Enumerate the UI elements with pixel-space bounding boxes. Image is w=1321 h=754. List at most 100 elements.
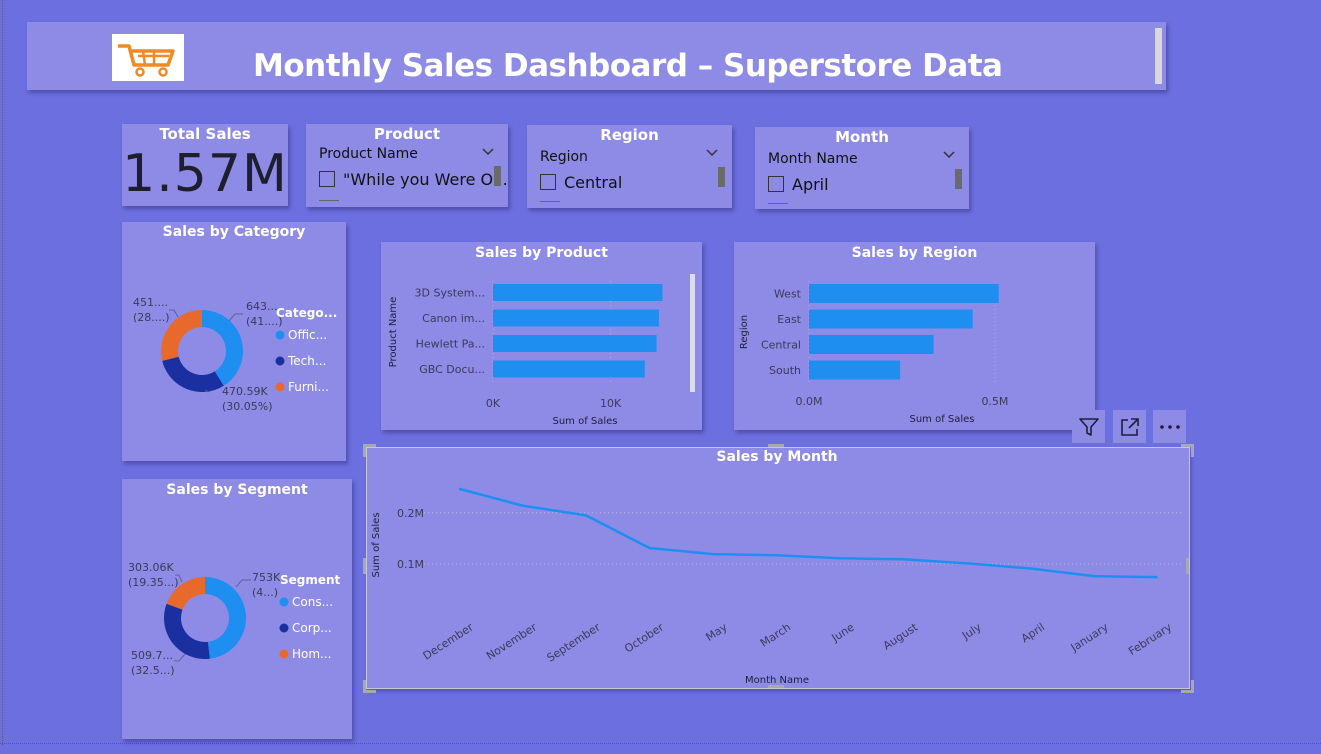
segment-donut-chart[interactable]: Sales by Segment 753K (4...) 509.7... (32.5.… bbox=[122, 479, 352, 739]
data-label: (30.05%) bbox=[222, 400, 273, 413]
leader-line bbox=[228, 313, 243, 322]
resize-handle[interactable] bbox=[768, 685, 784, 688]
bar bbox=[809, 360, 901, 380]
canvas-border-left bbox=[2, 0, 3, 745]
chart-title: Sales by Segment bbox=[166, 482, 308, 498]
dashboard-header: Monthly Sales Dashboard – Superstore Dat… bbox=[27, 22, 1166, 90]
resize-handle[interactable] bbox=[1181, 680, 1194, 693]
bar bbox=[493, 284, 663, 301]
chevron-down-icon[interactable] bbox=[704, 145, 720, 161]
chart-title: Sales by Product bbox=[475, 245, 608, 261]
checkbox[interactable] bbox=[540, 174, 556, 190]
chart-scrollbar bbox=[690, 274, 695, 392]
visual-selection-frame bbox=[366, 447, 1190, 689]
legend-item: Cons... bbox=[292, 595, 333, 609]
x-axis-title: Sum of Sales bbox=[909, 414, 974, 425]
checkbox[interactable] bbox=[319, 171, 335, 187]
y-axis-title: Product Name bbox=[388, 297, 399, 368]
data-label: 753K bbox=[252, 571, 281, 584]
month-slicer-item[interactable]: April bbox=[768, 175, 829, 194]
resize-handle[interactable] bbox=[363, 558, 366, 574]
region-chart-card: Sales by Region 0.0M 0.5M West East Central So… bbox=[734, 242, 1095, 430]
category-chart-card: Sales by Category 643.... (41....) 470.59K(… bbox=[122, 222, 346, 461]
y-category-label: East bbox=[777, 313, 801, 326]
region-slicer-scrollbar[interactable] bbox=[718, 167, 725, 187]
region-slicer-label: Region bbox=[540, 149, 588, 165]
resize-handle[interactable] bbox=[363, 680, 376, 693]
data-label: 303.06K bbox=[128, 561, 174, 574]
region-slicer-item[interactable]: Central bbox=[540, 173, 622, 192]
focus-mode-button[interactable] bbox=[1113, 410, 1146, 443]
region-slicer-item-label: Central bbox=[564, 173, 623, 192]
y-category-label: Central bbox=[761, 339, 801, 352]
y-category-label: South bbox=[769, 364, 801, 377]
month-slicer-scrollbar[interactable] bbox=[955, 169, 962, 189]
y-category-label: GBC Docu... bbox=[419, 363, 485, 376]
month-slicer-title: Month bbox=[835, 128, 889, 146]
leader-line bbox=[169, 309, 179, 318]
month-slicer: Month Month Name April bbox=[755, 127, 969, 209]
leader-line bbox=[235, 579, 251, 588]
legend-marker bbox=[275, 382, 285, 392]
data-label: (19.35...) bbox=[128, 576, 179, 589]
product-bar-chart[interactable]: Sales by Product 0K 10K 3D System... Canon i… bbox=[381, 242, 702, 430]
focus-mode-icon bbox=[1120, 417, 1139, 436]
leader-line bbox=[174, 653, 186, 662]
legend-item: Furni... bbox=[288, 380, 329, 394]
chevron-down-icon[interactable] bbox=[480, 144, 496, 160]
chart-title: Sales by Category bbox=[163, 224, 306, 240]
chart-title: Sales by Region bbox=[852, 245, 978, 261]
product-slicer-item-label: "While you Were O... bbox=[343, 170, 508, 189]
bar bbox=[809, 284, 999, 303]
x-tick-label: 10K bbox=[600, 397, 622, 410]
more-options-button[interactable] bbox=[1153, 410, 1186, 443]
filter-button[interactable] bbox=[1072, 410, 1105, 443]
region-bar-chart[interactable]: Sales by Region 0.0M 0.5M West East Central So… bbox=[734, 242, 1095, 430]
bar bbox=[809, 309, 973, 329]
total-sales-card: Total Sales 1.57M bbox=[122, 124, 288, 206]
category-donut-chart[interactable]: Sales by Category643....(41....)470.59K(… bbox=[122, 222, 346, 461]
total-sales-value: 1.57M bbox=[122, 144, 288, 204]
product-slicer-label: Product Name bbox=[319, 146, 418, 162]
legend-title: Segment bbox=[280, 573, 341, 587]
month-slicer-label: Month Name bbox=[768, 151, 858, 167]
resize-handle[interactable] bbox=[768, 444, 784, 447]
more-options-icon bbox=[1159, 424, 1180, 429]
data-label: (28....) bbox=[133, 311, 170, 324]
x-tick-label: 0.0M bbox=[796, 395, 823, 408]
legend-marker bbox=[275, 330, 285, 340]
bar bbox=[493, 335, 657, 352]
donut-slice-2 bbox=[162, 356, 224, 392]
month-slicer-item-label: April bbox=[792, 175, 829, 194]
header-scrollbar[interactable] bbox=[1155, 28, 1162, 84]
y-category-label: Hewlett Pa... bbox=[416, 338, 485, 351]
region-slicer-title: Region bbox=[600, 126, 659, 144]
product-chart-card: Sales by Product 0K 10K 3D System... Canon i… bbox=[381, 242, 702, 430]
resize-handle[interactable] bbox=[1181, 444, 1194, 457]
legend-marker bbox=[279, 623, 289, 633]
resize-handle[interactable] bbox=[1186, 558, 1189, 574]
resize-handle[interactable] bbox=[363, 444, 376, 457]
region-slicer: Region Region Central bbox=[527, 125, 732, 208]
y-category-label: West bbox=[774, 288, 802, 301]
data-label: (32.5...) bbox=[131, 664, 175, 677]
slicer-divider bbox=[768, 203, 788, 204]
legend-marker bbox=[275, 356, 285, 366]
y-category-label: 3D System... bbox=[415, 287, 485, 300]
product-slicer-item[interactable]: "While you Were O... bbox=[319, 170, 508, 189]
segment-chart-card: Sales by Segment 753K (4...) 509.7... (32.5.… bbox=[122, 479, 352, 739]
data-label: 451.... bbox=[133, 296, 168, 309]
slicer-divider bbox=[540, 201, 560, 202]
slicer-divider bbox=[319, 200, 339, 201]
legend-title: Catego... bbox=[276, 306, 337, 320]
data-label: 470.59K bbox=[222, 385, 268, 398]
chevron-down-icon[interactable] bbox=[941, 147, 957, 163]
x-tick-label: 0K bbox=[486, 397, 501, 410]
data-label: (4...) bbox=[252, 586, 278, 599]
legend-marker bbox=[279, 597, 289, 607]
product-slicer-scrollbar[interactable] bbox=[494, 166, 501, 186]
checkbox[interactable] bbox=[768, 176, 784, 192]
legend-item: Offic... bbox=[288, 328, 327, 342]
bar bbox=[493, 360, 645, 378]
product-slicer: Product Product Name "While you Were O..… bbox=[306, 124, 508, 207]
